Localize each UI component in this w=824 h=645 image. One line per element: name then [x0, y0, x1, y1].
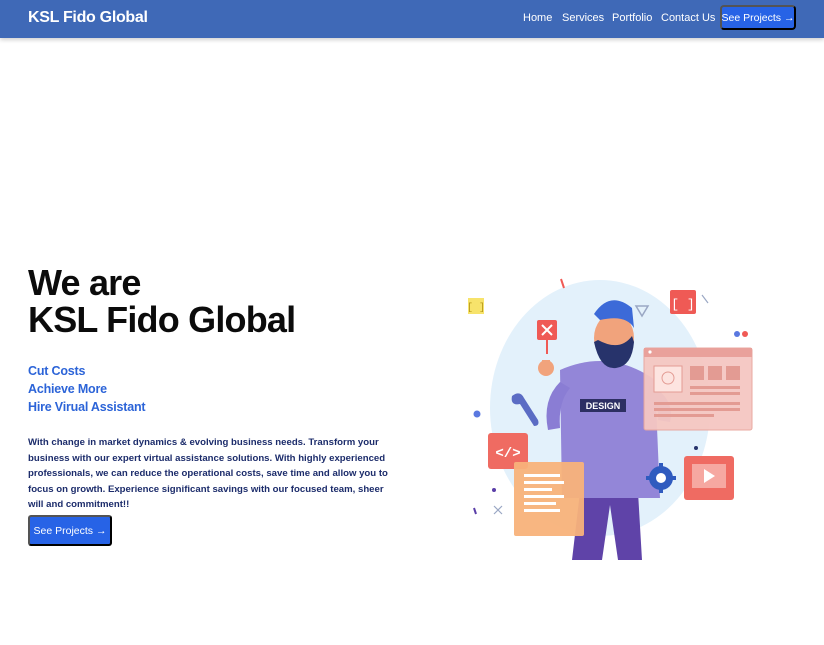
hero-see-projects-button[interactable]: See Projects → — [28, 515, 112, 546]
hero-taglines: Cut Costs Achieve More Hire Virual Assis… — [28, 362, 146, 416]
dot-decor — [734, 331, 740, 337]
document-panel — [514, 462, 584, 536]
hero-title: We are KSL Fido Global — [28, 262, 296, 340]
navbar: KSL Fido Global Home Services Portfolio … — [0, 0, 824, 38]
line-decor — [473, 507, 477, 515]
browser-window-panel — [643, 347, 753, 431]
brand-logo[interactable]: KSL Fido Global — [28, 9, 148, 27]
dot-decor — [742, 331, 748, 337]
dot-decor — [694, 446, 698, 450]
nav-link-services[interactable]: Services — [562, 12, 604, 24]
dot-decor — [492, 488, 496, 492]
tagline-achieve-more: Achieve More — [28, 382, 107, 396]
hero-title-line-1: We are — [28, 262, 141, 303]
hero-description: With change in market dynamics & evolvin… — [28, 437, 388, 510]
tagline-hire-assistant: Hire Virual Assistant — [28, 400, 146, 414]
svg-text:</>: </> — [495, 446, 520, 462]
shirt-label-text: DESIGN — [586, 401, 621, 411]
svg-text:[ ]: [ ] — [671, 297, 694, 312]
video-play-icon — [684, 456, 734, 500]
brackets-icon: [ ] — [670, 290, 696, 314]
cross-decor — [493, 505, 503, 515]
svg-text:[ ]: [ ] — [467, 302, 485, 314]
nav-link-portfolio[interactable]: Portfolio — [612, 12, 652, 24]
hero-title-line-2: KSL Fido Global — [28, 299, 296, 340]
person-hand — [542, 360, 550, 374]
nav-link-contact-us[interactable]: Contact Us — [661, 12, 715, 24]
nav-link-home[interactable]: Home — [523, 12, 552, 24]
line-decor — [560, 278, 565, 289]
line-decor — [701, 294, 709, 304]
tagline-cut-costs: Cut Costs — [28, 364, 86, 378]
dot-decor — [473, 410, 481, 418]
hero-illustration: [ ] [ ] DESIGN </> — [467, 278, 753, 560]
nav-see-projects-button[interactable]: See Projects → — [720, 5, 796, 30]
